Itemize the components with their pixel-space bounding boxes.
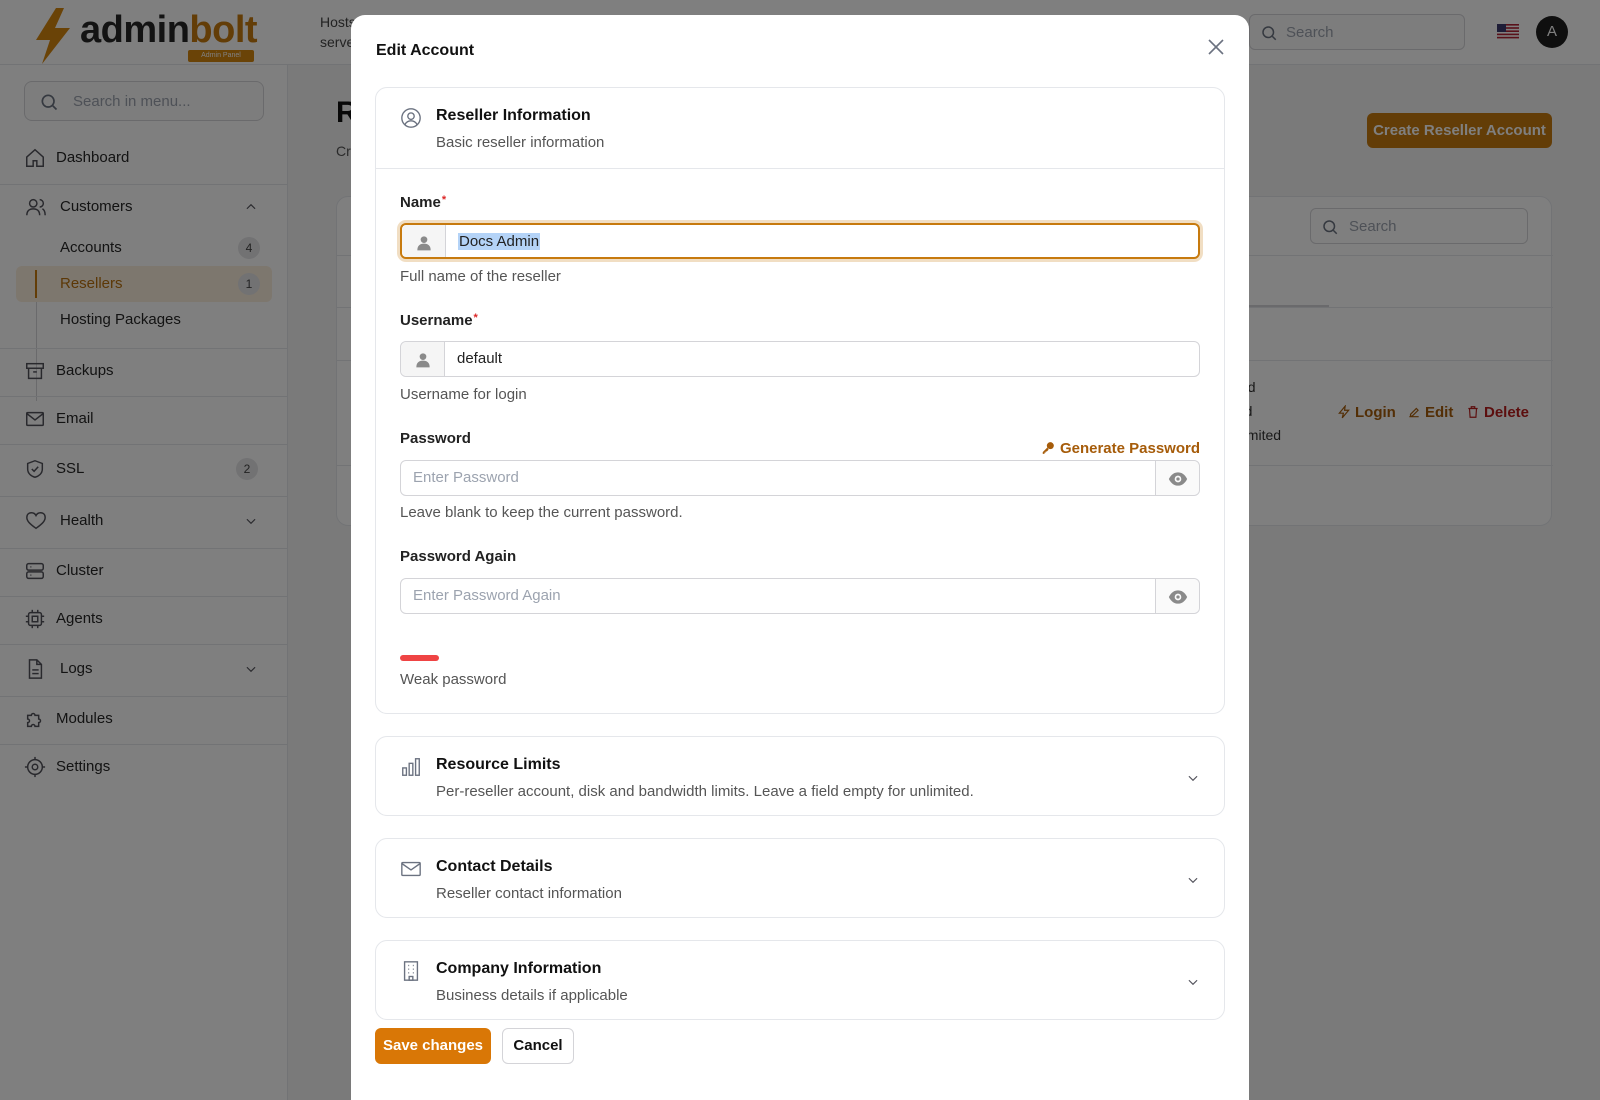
generate-password-button[interactable]: Generate Password xyxy=(1041,440,1200,457)
password-strength-bar xyxy=(400,655,439,661)
toggle-password-again-visibility[interactable] xyxy=(1155,579,1199,613)
eye-icon xyxy=(1168,590,1188,604)
save-changes-button[interactable]: Save changes xyxy=(375,1028,491,1064)
eye-icon xyxy=(1168,472,1188,486)
password-again-label: Password Again xyxy=(400,548,517,565)
username-field[interactable]: default xyxy=(400,341,1200,377)
key-icon xyxy=(1042,442,1054,454)
cancel-button[interactable]: Cancel xyxy=(502,1028,574,1064)
section-description: Basic reseller information xyxy=(436,134,605,151)
user-circle-icon xyxy=(401,108,421,128)
chevron-down-icon xyxy=(1188,877,1198,884)
name-help-text: Full name of the reseller xyxy=(400,268,561,285)
name-label: Name* xyxy=(400,194,447,211)
contact-details-section[interactable]: Contact Details Reseller contact informa… xyxy=(375,838,1225,918)
modal-title: Edit Account xyxy=(376,42,475,59)
resource-limits-section[interactable]: Resource Limits Per-reseller account, di… xyxy=(375,736,1225,816)
username-label: Username* xyxy=(400,312,478,329)
username-help-text: Username for login xyxy=(400,386,527,403)
bar-chart-icon xyxy=(402,758,420,776)
password-help-text: Leave blank to keep the current password… xyxy=(400,504,683,521)
chevron-down-icon xyxy=(1188,979,1198,986)
edit-account-modal: Edit Account Reseller Information Basic … xyxy=(351,15,1249,1100)
chevron-down-icon xyxy=(1188,775,1198,782)
envelope-icon xyxy=(401,861,421,877)
section-title: Company Information xyxy=(436,960,602,977)
user-icon xyxy=(417,236,431,251)
password-field[interactable]: Enter Password xyxy=(400,460,1200,496)
toggle-password-visibility[interactable] xyxy=(1155,461,1199,495)
section-title: Contact Details xyxy=(436,858,553,875)
section-title: Resource Limits xyxy=(436,756,561,773)
user-icon xyxy=(416,353,430,368)
reseller-information-section: Reseller Information Basic reseller info… xyxy=(375,87,1225,714)
password-strength-text: Weak password xyxy=(400,671,507,688)
close-icon[interactable] xyxy=(1204,35,1228,59)
password-label: Password xyxy=(400,430,471,447)
building-icon xyxy=(403,961,419,981)
section-description: Reseller contact information xyxy=(436,885,622,902)
company-information-section[interactable]: Company Information Business details if … xyxy=(375,940,1225,1020)
section-title: Reseller Information xyxy=(436,107,591,124)
section-description: Per-reseller account, disk and bandwidth… xyxy=(436,783,974,800)
section-description: Business details if applicable xyxy=(436,987,628,1004)
password-again-field[interactable]: Enter Password Again xyxy=(400,578,1200,614)
name-field[interactable]: Docs Admin xyxy=(400,223,1200,259)
